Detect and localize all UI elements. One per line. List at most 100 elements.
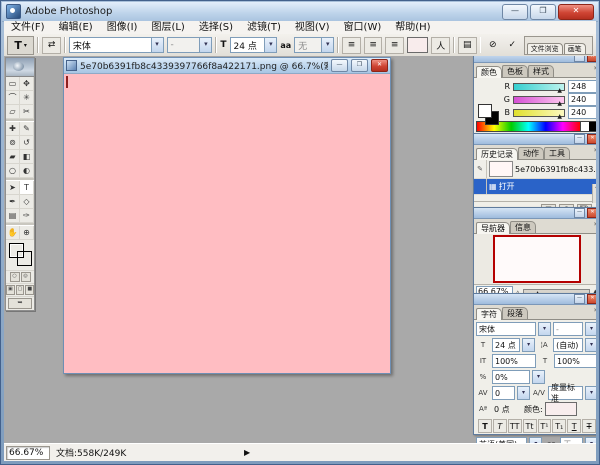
status-zoom-field[interactable]: 66.67% [6,446,50,460]
slider-thumb-icon[interactable]: ▲ [557,115,562,119]
toggle-palettes-button[interactable]: ▤ [458,37,477,54]
panel-minimize-button[interactable]: — [574,134,585,144]
align-center-button[interactable]: ≡ [364,37,383,54]
navigator-view-box[interactable] [493,235,581,283]
fullscreen-button[interactable]: ■ [25,285,34,295]
ramp-black-swatch[interactable] [589,122,596,131]
tab-navigator[interactable]: 导航器 [476,222,510,234]
blue-value-field[interactable]: 240 [568,106,596,119]
document-maximize-button[interactable]: ❐ [351,59,368,72]
faux-bold-button[interactable]: T [478,419,492,433]
char-horizontal-scale-field[interactable]: 100% [554,354,596,368]
slider-thumb-icon[interactable]: ▲ [557,102,562,106]
menu-layer[interactable]: 图层(L) [144,21,191,34]
all-caps-button[interactable]: TT [508,419,522,433]
text-orientation-button[interactable]: ⇄ [42,37,61,54]
dropdown-arrow-icon[interactable]: ▾ [585,338,596,352]
panel-menu-icon[interactable]: » [594,146,596,154]
panel-close-button[interactable]: ✕ [587,56,596,62]
snapshot-row[interactable]: ✎ 5e70b6391fb8c433... [474,160,596,179]
minimize-button[interactable]: — [502,4,528,20]
standard-mode-button[interactable]: ○ [10,272,20,282]
color-panel-foreground-swatch[interactable] [478,104,492,118]
dodge-tool[interactable]: ◐ [20,164,34,178]
superscript-button[interactable]: T¹ [538,419,552,433]
scroll-up-icon[interactable]: ▴ [595,184,596,190]
font-family-select[interactable]: 宋体 ▾ [69,37,164,53]
dropdown-arrow-icon[interactable]: ▾ [585,322,596,336]
strikethrough-button[interactable]: T [582,419,596,433]
menu-view[interactable]: 视图(V) [288,21,337,34]
ramp-white-swatch[interactable] [580,122,589,131]
fullscreen-menubar-button[interactable]: ▢ [16,285,25,295]
tab-character[interactable]: 字符 [476,308,502,320]
maximize-button[interactable]: ❐ [530,4,556,20]
character-panel-header[interactable]: — ✕ [474,294,596,305]
eraser-tool[interactable]: ▰ [6,150,20,164]
tab-brushes[interactable]: 画笔 [564,43,586,54]
red-value-field[interactable]: 248 [568,80,596,93]
magic-wand-tool[interactable]: ✳ [20,91,34,105]
menu-help[interactable]: 帮助(H) [388,21,437,34]
font-style-select[interactable]: - ▾ [167,37,213,53]
anti-alias-select[interactable]: 无 ▾ [294,37,334,53]
green-slider[interactable]: ▲ [513,96,565,104]
align-right-button[interactable]: ≡ [385,37,404,54]
panel-minimize-button[interactable]: — [574,294,585,304]
history-brush-tool[interactable]: ↺ [20,136,34,150]
dropdown-arrow-icon[interactable]: ▾ [585,386,596,400]
commit-edits-button[interactable]: ✓ [504,38,521,53]
char-font-size-value[interactable]: 24 点 [492,338,520,352]
eyedropper-tool[interactable]: ✑ [20,209,34,223]
subscript-button[interactable]: T₁ [552,419,566,433]
slider-thumb-icon[interactable]: ▲ [557,89,562,93]
type-tool-preset-button[interactable]: T ▾ [7,36,34,55]
lasso-tool[interactable]: ⌒ [6,91,20,105]
rectangular-marquee-tool[interactable]: ▭ [6,77,20,91]
panel-close-button[interactable]: ✕ [587,208,596,218]
char-font-family-value[interactable]: 宋体 [476,322,536,336]
hand-tool[interactable]: ✋ [6,226,20,240]
text-color-swatch[interactable] [407,37,428,53]
char-proportional-spacing-value[interactable]: 0% [492,370,530,384]
panel-menu-icon[interactable]: » [594,220,596,228]
tab-color[interactable]: 颜色 [476,66,502,78]
close-button[interactable]: ✕ [558,4,594,20]
document-title-bar[interactable]: 5e70b6391fb8c4339397766f8a422171.png @ 6… [64,58,390,74]
cancel-edits-button[interactable]: ⊘ [484,38,501,53]
align-left-button[interactable]: ≡ [342,37,361,54]
char-font-style-value[interactable]: - [553,322,583,336]
dropdown-arrow-icon[interactable]: ▾ [517,386,530,400]
history-source-icon[interactable]: ✎ [474,160,487,178]
panel-minimize-button[interactable]: — [574,56,585,62]
navigator-preview[interactable] [474,234,596,284]
char-tracking-value[interactable]: 0 [492,386,515,400]
faux-italic-button[interactable]: T [493,419,507,433]
document-window[interactable]: 5e70b6391fb8c4339397766f8a422171.png @ 6… [63,57,391,374]
path-selection-tool[interactable]: ➤ [6,181,20,195]
underline-button[interactable]: T [567,419,581,433]
history-panel-header[interactable]: — ✕ [474,134,596,145]
standard-screen-button[interactable]: ▣ [6,285,15,295]
menu-filter[interactable]: 滤镜(T) [240,21,288,34]
menu-image[interactable]: 图像(I) [100,21,145,34]
status-menu-arrow-icon[interactable]: ▶ [244,448,250,457]
dropdown-arrow-icon[interactable]: ▾ [532,370,545,384]
history-state-well[interactable] [474,179,487,194]
notes-tool[interactable]: ▤ [6,209,20,223]
navigator-panel-header[interactable]: — ✕ [474,208,596,219]
tab-file-browser[interactable]: 文件浏览 [527,43,563,54]
panel-minimize-button[interactable]: — [574,208,585,218]
slice-tool[interactable]: ✂ [20,105,34,119]
brush-tool[interactable]: ✎ [20,122,34,136]
document-close-button[interactable]: ✕ [371,59,388,72]
tab-swatches[interactable]: 色板 [502,65,528,77]
panel-close-button[interactable]: ✕ [587,294,596,304]
char-kerning-value[interactable]: 度量标准 [548,386,583,400]
dropdown-arrow-icon[interactable]: ▾ [522,338,535,352]
panel-menu-icon[interactable]: » [594,306,596,314]
panel-close-button[interactable]: ✕ [587,134,596,144]
small-caps-button[interactable]: Tt [523,419,537,433]
clone-stamp-tool[interactable]: ⊚ [6,136,20,150]
char-text-color-swatch[interactable] [545,402,577,416]
